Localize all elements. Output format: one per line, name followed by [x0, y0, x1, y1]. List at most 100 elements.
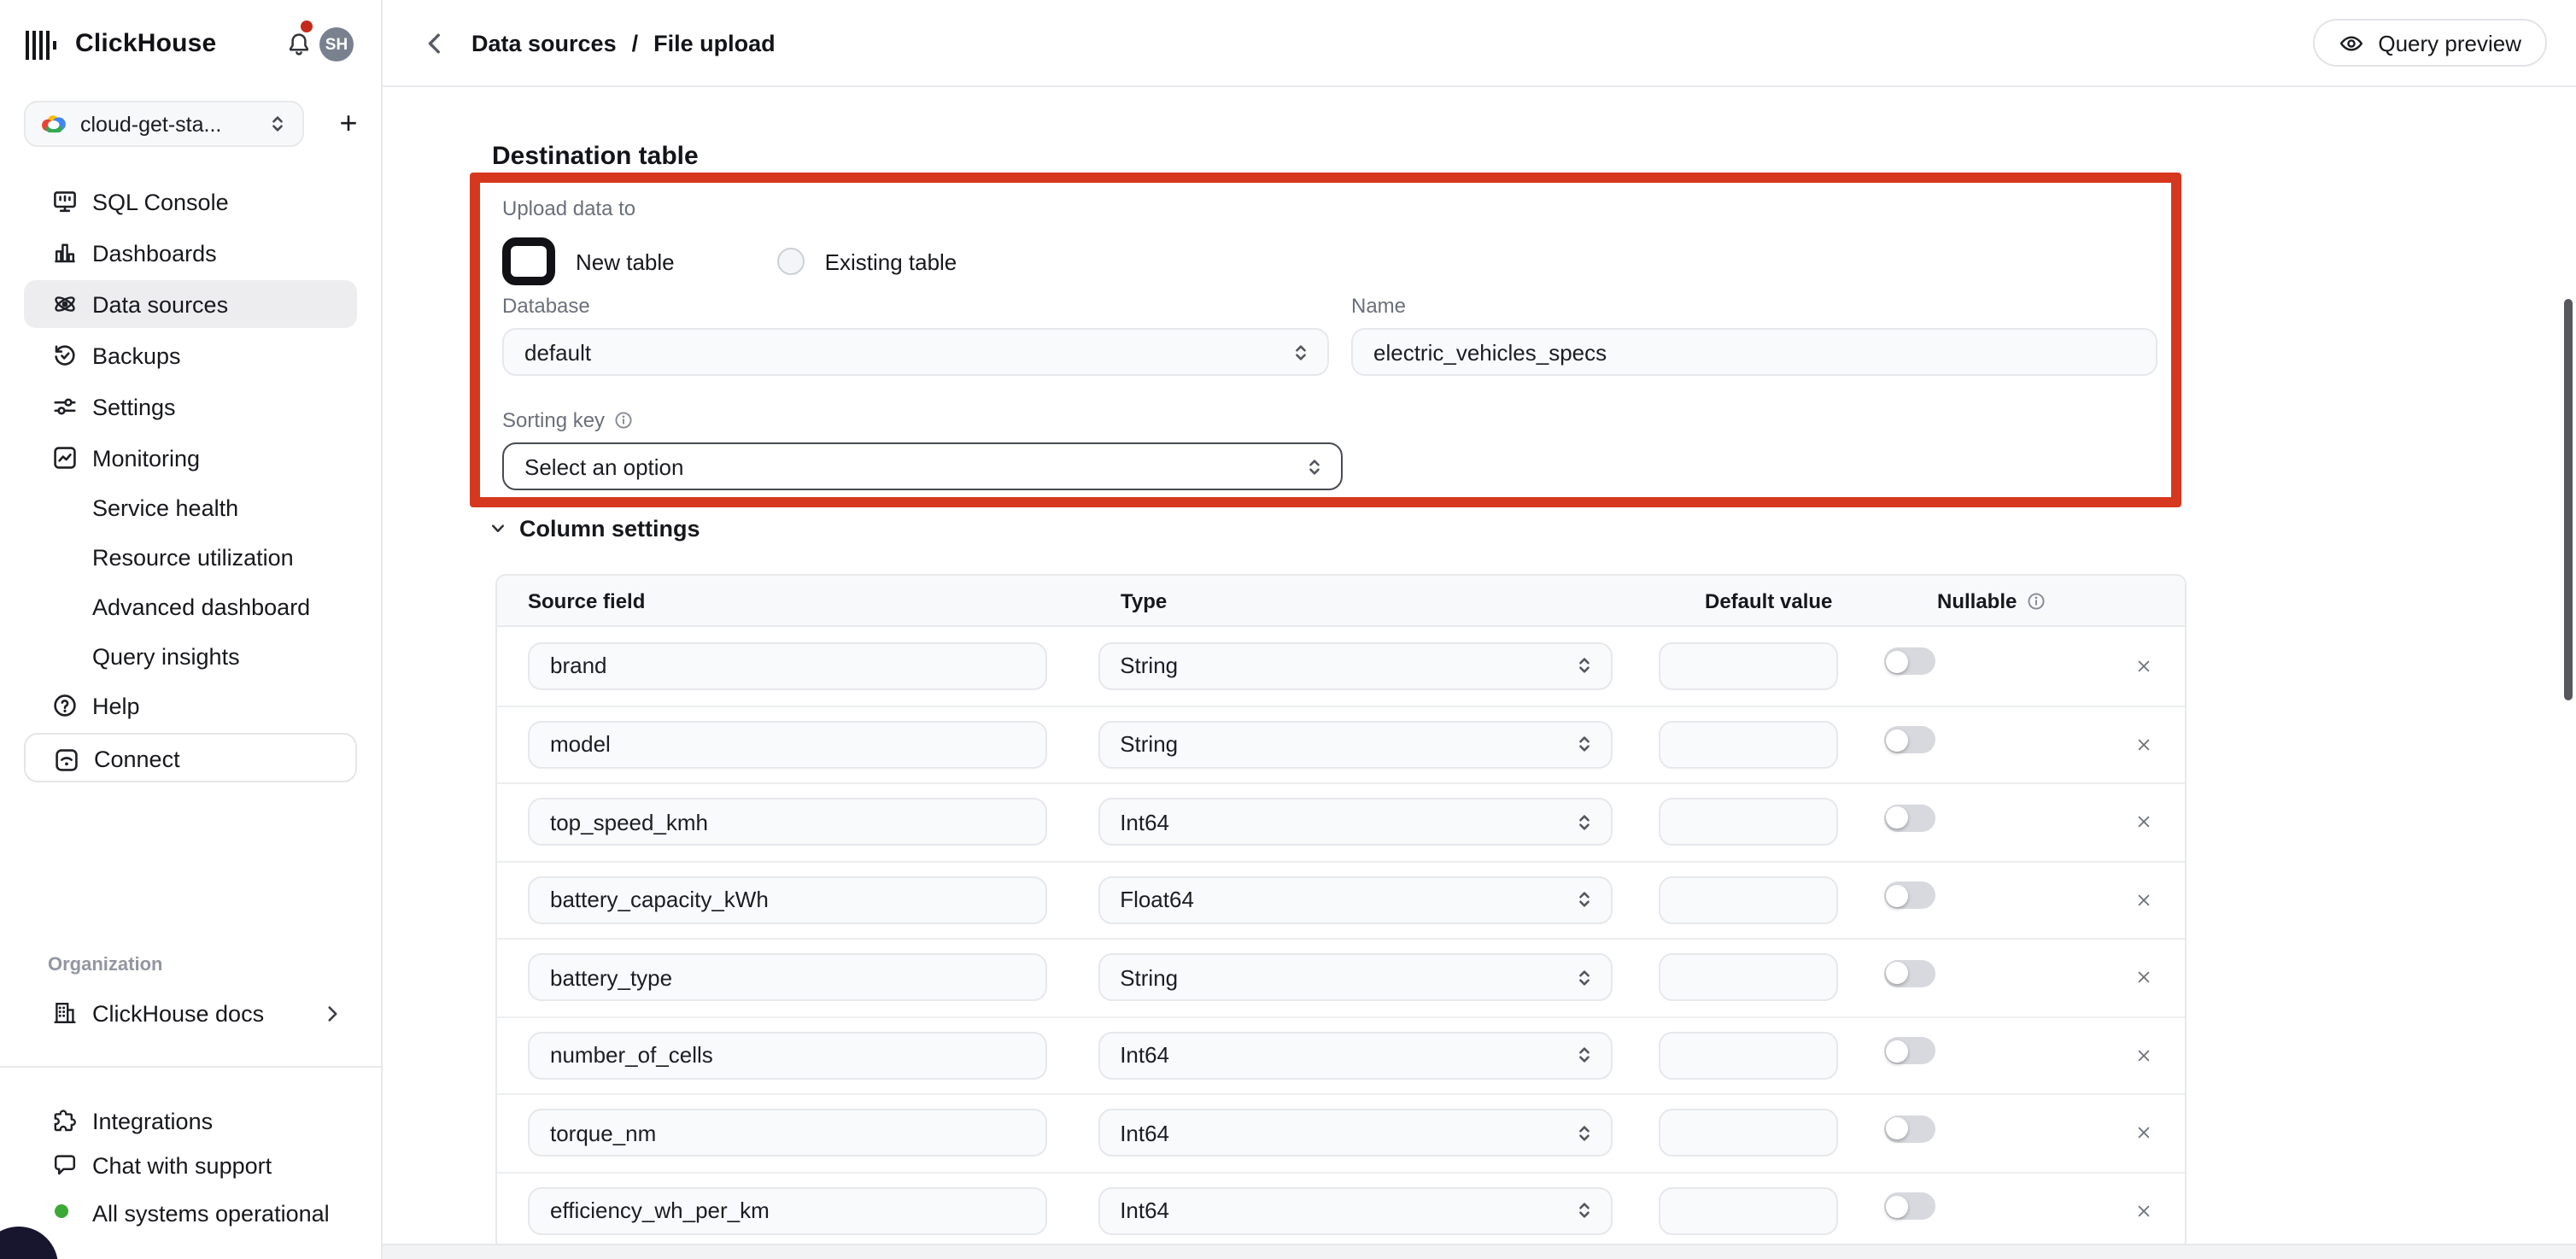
- eye-icon: [2339, 30, 2364, 56]
- query-preview-button[interactable]: Query preview: [2313, 19, 2547, 67]
- vertical-scrollbar[interactable]: [2564, 299, 2573, 700]
- clickhouse-bars-logo: [26, 31, 58, 68]
- sorting-key-select[interactable]: Select an option: [502, 442, 1343, 490]
- sidebar-item-settings[interactable]: Settings: [24, 383, 357, 430]
- building-icon: [51, 999, 79, 1027]
- sidebar-item-help[interactable]: Help: [24, 682, 357, 729]
- type-select[interactable]: String: [1098, 721, 1613, 769]
- nullable-toggle[interactable]: [1883, 882, 1935, 910]
- nullable-toggle[interactable]: [1883, 648, 1935, 676]
- table-row: String: [497, 705, 2185, 782]
- info-icon[interactable]: [2025, 590, 2046, 611]
- page-header: Data sources / File upload Query preview: [383, 0, 2576, 87]
- sidebar-item-dashboards[interactable]: Dashboards: [24, 229, 357, 277]
- remove-row-icon[interactable]: [2134, 812, 2154, 833]
- table-row: String: [497, 627, 2185, 705]
- remove-row-icon[interactable]: [2134, 656, 2154, 676]
- table-row: Float64: [497, 860, 2185, 938]
- default-value-input[interactable]: [1660, 1187, 1838, 1235]
- service-switcher-label: cloud-get-sta...: [80, 112, 255, 136]
- source-field-input[interactable]: [528, 876, 1046, 924]
- source-field-input[interactable]: [528, 1187, 1046, 1235]
- brand-name: ClickHouse: [75, 29, 216, 58]
- database-select[interactable]: default: [502, 328, 1329, 376]
- sidebar-divider: [0, 1066, 383, 1068]
- default-value-input[interactable]: [1660, 954, 1838, 1002]
- default-value-input[interactable]: [1660, 799, 1838, 846]
- source-field-input[interactable]: [528, 1110, 1046, 1157]
- type-select[interactable]: Int64: [1098, 1032, 1613, 1080]
- sidebar-item-chat-with-support[interactable]: Chat with support: [24, 1141, 357, 1189]
- table-name-input[interactable]: [1351, 328, 2157, 376]
- sidebar-item-backups[interactable]: Backups: [24, 331, 357, 379]
- toggle-knob: [1886, 963, 1908, 985]
- connect-button[interactable]: Connect: [24, 733, 357, 782]
- back-chevron-icon[interactable]: [420, 29, 449, 58]
- table-row: String: [497, 938, 2185, 1016]
- remove-row-icon[interactable]: [2134, 735, 2154, 755]
- avatar[interactable]: SH: [319, 27, 354, 61]
- nullable-toggle[interactable]: [1883, 1116, 1935, 1143]
- type-select[interactable]: String: [1098, 954, 1613, 1002]
- sidebar-item-resource-utilization[interactable]: Resource utilization: [24, 533, 357, 581]
- remove-row-icon[interactable]: [2134, 1045, 2154, 1066]
- notifications-bell-icon[interactable]: [285, 31, 313, 58]
- nullable-toggle[interactable]: [1883, 960, 1935, 987]
- sidebar: ClickHouse SH cloud-get-sta... + SQL Con…: [0, 0, 383, 1259]
- existing-table-radio[interactable]: [777, 248, 805, 275]
- type-select[interactable]: String: [1098, 642, 1613, 690]
- nullable-toggle[interactable]: [1883, 1038, 1935, 1065]
- remove-row-icon[interactable]: [2134, 1201, 2154, 1221]
- remove-row-icon[interactable]: [2134, 890, 2154, 911]
- type-select[interactable]: Int64: [1098, 1187, 1613, 1235]
- column-settings-toggle[interactable]: Column settings: [489, 516, 700, 542]
- breadcrumb-data-sources[interactable]: Data sources: [471, 30, 617, 56]
- new-table-radio-label[interactable]: New table: [576, 249, 675, 274]
- toggle-knob: [1886, 729, 1908, 752]
- chevrons-up-down-icon: [1574, 889, 1596, 911]
- table-row: Int64: [497, 782, 2185, 860]
- chevrons-up-down-icon: [1290, 341, 1312, 363]
- toggle-knob: [1886, 651, 1908, 673]
- nullable-toggle[interactable]: [1883, 805, 1935, 832]
- sidebar-item-clickhouse-docs[interactable]: ClickHouse docs: [24, 989, 357, 1037]
- source-field-input[interactable]: [528, 721, 1046, 769]
- sidebar-item-advanced-dashboard[interactable]: Advanced dashboard: [24, 583, 357, 630]
- nullable-toggle[interactable]: [1883, 727, 1935, 754]
- default-value-input[interactable]: [1660, 876, 1838, 924]
- nullable-toggle[interactable]: [1883, 1193, 1935, 1221]
- chevrons-up-down-icon: [1574, 734, 1596, 756]
- type-select[interactable]: Int64: [1098, 799, 1613, 846]
- source-field-input[interactable]: [528, 1032, 1046, 1080]
- default-value-input[interactable]: [1660, 1110, 1838, 1157]
- default-value-input[interactable]: [1660, 642, 1838, 690]
- sidebar-item-integrations[interactable]: Integrations: [24, 1097, 357, 1145]
- sidebar-item-sql-console[interactable]: SQL Console: [24, 178, 357, 225]
- wifi-connect-icon: [53, 746, 80, 773]
- default-value-input[interactable]: [1660, 1032, 1838, 1080]
- table-name-label: Name: [1351, 294, 1406, 318]
- service-switcher[interactable]: cloud-get-sta...: [24, 101, 304, 147]
- sidebar-item-query-insights[interactable]: Query insights: [24, 632, 357, 680]
- sidebar-item-service-health[interactable]: Service health: [24, 483, 357, 531]
- source-field-input[interactable]: [528, 799, 1046, 846]
- type-select[interactable]: Float64: [1098, 876, 1613, 924]
- sidebar-item-monitoring[interactable]: Monitoring: [24, 434, 357, 482]
- type-select[interactable]: Int64: [1098, 1110, 1613, 1157]
- source-field-input[interactable]: [528, 954, 1046, 1002]
- remove-row-icon[interactable]: [2134, 968, 2154, 988]
- info-icon[interactable]: [613, 410, 634, 430]
- chevrons-up-down-icon: [1574, 967, 1596, 989]
- existing-table-radio-label[interactable]: Existing table: [825, 249, 957, 274]
- history-icon: [51, 342, 79, 369]
- gcp-cloud-icon: [39, 113, 68, 135]
- sidebar-item-system-status[interactable]: All systems operational: [24, 1189, 357, 1237]
- default-value-input[interactable]: [1660, 721, 1838, 769]
- remove-row-icon[interactable]: [2134, 1123, 2154, 1144]
- new-table-radio[interactable]: [502, 237, 555, 285]
- add-service-button[interactable]: +: [328, 102, 369, 143]
- sidebar-item-data-sources[interactable]: Data sources: [24, 280, 357, 328]
- header-source-field: Source field: [528, 589, 1069, 612]
- source-field-input[interactable]: [528, 642, 1046, 690]
- chevron-down-icon: [489, 519, 507, 538]
